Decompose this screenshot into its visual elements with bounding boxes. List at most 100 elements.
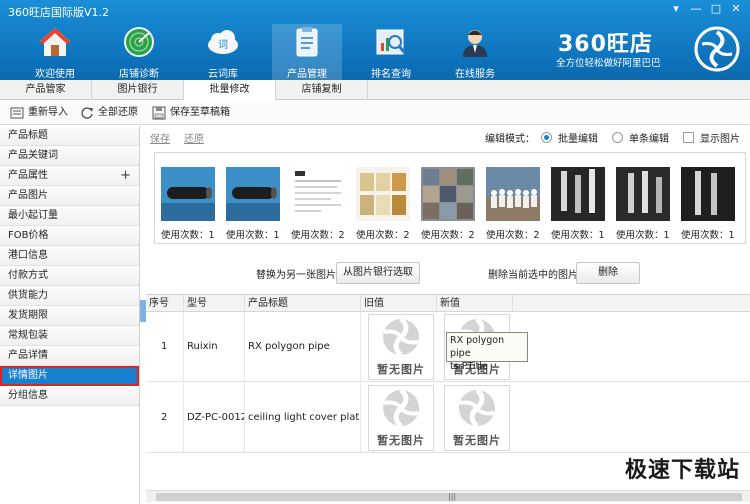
usage-count: 使用次数：2 <box>486 230 540 241</box>
reimport-button[interactable]: 重新导入 <box>10 105 68 121</box>
top-toolbar: 360旺店国际版V1.2 ▾ — □ ✕ 欢迎使用 店铺诊断 词 云词库 产品管… <box>0 0 750 80</box>
import-icon <box>10 107 24 119</box>
column-header-no: 序号 <box>146 295 184 312</box>
cloud-icon: 词 <box>208 30 238 54</box>
toolbar-ranking[interactable]: 排名查询 <box>356 24 426 80</box>
no-image-text: 暂无图片 <box>377 434 425 447</box>
tab-image-bank[interactable]: 图片银行 <box>92 80 184 100</box>
edit-mode-label: 编辑模式： <box>485 134 535 145</box>
restore-all-label: 全部还原 <box>98 107 138 118</box>
sidebar-item-payment[interactable]: 付款方式 <box>0 266 139 286</box>
usage-count: 使用次数：1 <box>681 230 735 241</box>
main-panel: 保存 还原 编辑模式： 批量编辑 单条编辑 显示图片 使用次数：1 使用次数：1… <box>146 126 750 504</box>
sidebar-item-product-attributes[interactable]: 产品属性 + <box>0 166 139 186</box>
table-row[interactable]: 2 DZ-PC-0012 ceiling light cover plate 暂… <box>146 383 750 453</box>
toolbar-product-management[interactable]: 产品管理 <box>272 24 342 80</box>
support-agent-icon <box>463 30 487 57</box>
sidebar-item-packaging[interactable]: 常规包装 <box>0 326 139 346</box>
usage-count: 使用次数：2 <box>421 230 475 241</box>
reimport-label: 重新导入 <box>28 107 68 118</box>
scrollbar-thumb[interactable]: ||| <box>156 493 742 501</box>
toolbar-diagnosis[interactable]: 店铺诊断 <box>104 24 174 80</box>
minimize-button[interactable]: — <box>688 2 704 16</box>
thumbnail-certificates <box>356 167 410 221</box>
show-images-checkbox[interactable] <box>683 132 694 143</box>
no-image-text: 暂无图片 <box>377 363 425 376</box>
toolbar-online-service[interactable]: 在线服务 <box>440 24 510 80</box>
sidebar-item-product-details[interactable]: 产品详情 <box>0 346 139 366</box>
horizontal-scrollbar[interactable]: ||| <box>146 490 750 502</box>
thumbnail-dark-tubes <box>616 167 670 221</box>
restore-all-button[interactable]: 全部还原 <box>80 105 138 121</box>
toolbar-label: 欢迎使用 <box>35 69 75 80</box>
brand-title: 360旺店 <box>558 32 653 57</box>
sidebar-item-product-images[interactable]: 产品图片 <box>0 186 139 206</box>
batch-edit-radio[interactable] <box>541 132 552 143</box>
gallery-item[interactable]: 使用次数：2 <box>486 167 546 241</box>
tooltip-line-1: RX polygon pipe <box>450 335 505 359</box>
delete-label: 删除当前选中的图片 <box>488 270 578 281</box>
sidebar-item-supply-ability[interactable]: 供货能力 <box>0 286 139 306</box>
scrollbar-grip-icon: ||| <box>448 492 457 501</box>
cell-no: 1 <box>146 312 184 382</box>
gallery-item[interactable]: 使用次数：2 <box>421 167 481 241</box>
single-edit-radio[interactable] <box>612 132 623 143</box>
sidebar-item-port-info[interactable]: 港口信息 <box>0 246 139 266</box>
window-title: 360旺店国际版V1.2 <box>8 6 110 19</box>
batch-edit-label[interactable]: 批量编辑 <box>558 130 598 145</box>
field-sidebar: 产品标题 产品关键词 产品属性 + 产品图片 最小起订量 FOB价格 港口信息 … <box>0 126 140 504</box>
toolbar-label: 在线服务 <box>455 69 495 80</box>
new-image-placeholder[interactable]: 暂无图片 <box>444 385 510 451</box>
usage-count: 使用次数：2 <box>291 230 345 241</box>
thumbnail-dark-tubes <box>681 167 735 221</box>
gallery-item[interactable]: 使用次数：1 <box>681 167 741 241</box>
gallery-item[interactable]: 使用次数：2 <box>291 167 351 241</box>
single-edit-label[interactable]: 单条编辑 <box>629 130 669 145</box>
maximize-button[interactable]: □ <box>708 2 724 16</box>
radar-icon <box>124 27 154 57</box>
sidebar-item-detail-images[interactable]: 详情图片 <box>0 366 139 386</box>
cell-title: RX polygon pipe <box>245 312 361 382</box>
gallery-item[interactable]: 使用次数：1 <box>551 167 611 241</box>
gallery-item[interactable]: 使用次数：1 <box>226 167 286 241</box>
close-button[interactable]: ✕ <box>728 2 744 16</box>
gallery-item[interactable]: 使用次数：1 <box>616 167 676 241</box>
cell-title: ceiling light cover plate <box>245 383 361 453</box>
sidebar-item-fob-price[interactable]: FOB价格 <box>0 226 139 246</box>
table-header: 序号 型号 产品标题 旧值 新值 <box>146 295 750 312</box>
thumbnail-group-photo <box>486 167 540 221</box>
sidebar-item-product-keywords[interactable]: 产品关键词 <box>0 146 139 166</box>
gallery-item[interactable]: 使用次数：1 <box>161 167 221 241</box>
show-images-label[interactable]: 显示图片 <box>700 130 740 145</box>
delete-button[interactable]: 删除 <box>576 262 640 284</box>
menu-arrow-button[interactable]: ▾ <box>668 2 684 16</box>
sidebar-item-delivery-time[interactable]: 发货期限 <box>0 306 139 326</box>
sidebar-item-min-order[interactable]: 最小起订量 <box>0 206 139 226</box>
toolbar-label: 店铺诊断 <box>119 69 159 80</box>
old-image-placeholder[interactable]: 暂无图片 <box>368 385 434 451</box>
cell-no: 2 <box>146 383 184 453</box>
restore-link[interactable]: 还原 <box>184 130 204 145</box>
toolbar-label: 排名查询 <box>371 69 411 80</box>
thumbnail-blue-pipe <box>161 167 215 221</box>
edit-mode-group: 编辑模式： 批量编辑 单条编辑 显示图片 <box>485 130 740 145</box>
usage-count: 使用次数：1 <box>616 230 670 241</box>
toolbar-welcome[interactable]: 欢迎使用 <box>20 24 90 80</box>
save-draft-button[interactable]: 保存至草稿箱 <box>152 105 230 121</box>
sidebar-item-product-title[interactable]: 产品标题 <box>0 126 139 146</box>
expand-plus-icon[interactable]: + <box>120 166 131 186</box>
no-image-text: 暂无图片 <box>453 434 501 447</box>
select-from-image-bank-button[interactable]: 从图片银行选取 <box>336 262 420 284</box>
tab-product-keeper[interactable]: 产品管家 <box>0 80 92 100</box>
tab-store-copy[interactable]: 店铺复制 <box>276 80 368 100</box>
save-link[interactable]: 保存 <box>150 130 170 145</box>
usage-count: 使用次数：1 <box>161 230 215 241</box>
column-header-title: 产品标题 <box>245 295 361 312</box>
toolbar-cloud-words[interactable]: 词 云词库 <box>188 24 258 80</box>
gallery-item[interactable]: 使用次数：2 <box>356 167 416 241</box>
replace-row: 替换为另一张图片 从图片银行选取 删除当前选中的图片 删除 <box>146 260 750 284</box>
sidebar-item-group-info[interactable]: 分组信息 <box>0 386 139 406</box>
tab-batch-edit[interactable]: 批量修改 <box>184 80 276 100</box>
old-image-placeholder[interactable]: 暂无图片 <box>368 314 434 380</box>
cell-model: DZ-PC-0012 <box>184 383 245 453</box>
